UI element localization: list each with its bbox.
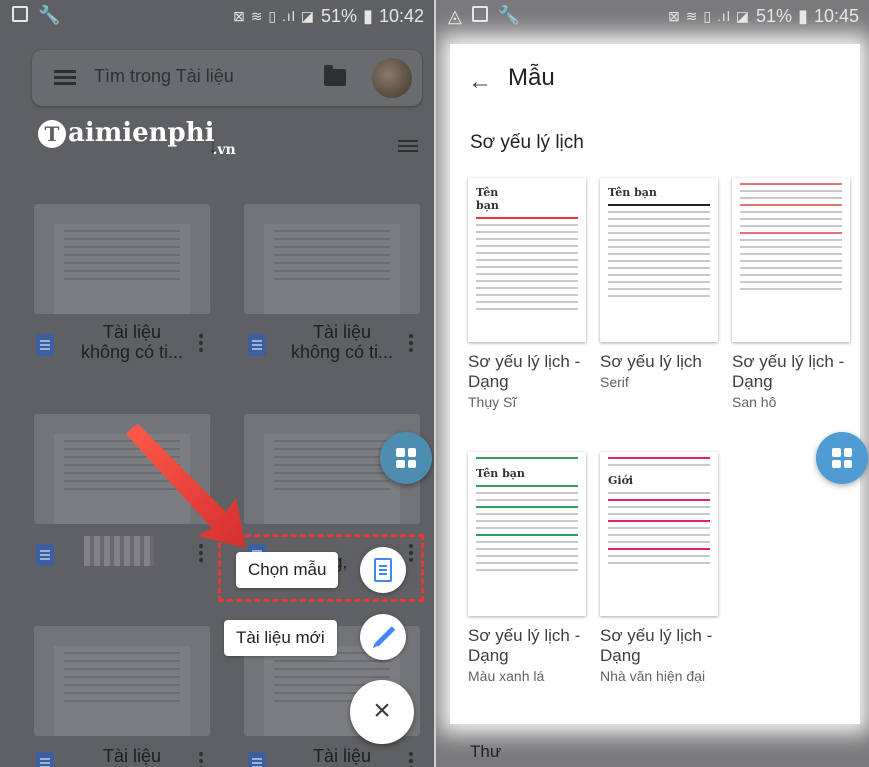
screenshot-stage: 🔧 ⊠ ≋ ▯ .ıl ◪ 51% ▮ 10:42 Tìm trong Tài … xyxy=(0,0,869,767)
template-variant: Serif xyxy=(600,374,629,390)
template-thumbnail-modern-writer[interactable]: Giới xyxy=(600,452,718,616)
page-title: Mẫu xyxy=(508,64,555,91)
template-thumbnail-coral[interactable] xyxy=(732,178,850,342)
template-name[interactable]: Sơ yếu lý lịch - Dạng xyxy=(732,352,862,392)
template-name[interactable]: Sơ yếu lý lịch - Dạng xyxy=(468,626,598,666)
wrench-icon: 🔧 xyxy=(497,5,521,25)
template-name[interactable]: Sơ yếu lý lịch - Dạng xyxy=(468,352,598,392)
template-gallery-sheet: ← Mẫu Sơ yếu lý lịch Tên bạn Tên bạn Sơ y… xyxy=(450,44,860,724)
section-title-letters: Thư xyxy=(470,742,502,761)
template-variant: San hô xyxy=(732,394,777,410)
status-bar: ◬ 🔧 ⊠ ≋ ▯ .ıl ◪ 51% ▮ 10:45 xyxy=(436,0,869,34)
gallery-icon xyxy=(471,6,488,22)
left-phone-screen: 🔧 ⊠ ≋ ▯ .ıl ◪ 51% ▮ 10:42 Tìm trong Tài … xyxy=(0,0,434,767)
template-variant: Màu xanh lá xyxy=(468,668,545,684)
template-thumbnail-green[interactable]: Tên bạn xyxy=(468,452,586,616)
drive-icon: ◬ xyxy=(448,6,462,26)
section-title-resume: Sơ yếu lý lịch xyxy=(470,132,584,153)
battery-percent: 51% xyxy=(756,6,793,26)
template-variant: Thụy Sĩ xyxy=(468,394,517,410)
clock: 10:45 xyxy=(813,6,859,26)
template-name[interactable]: Sơ yếu lý lịch - Dạng xyxy=(600,626,730,666)
back-arrow-icon[interactable]: ← xyxy=(468,68,492,96)
apps-grid-icon xyxy=(832,448,852,468)
template-thumbnail-serif[interactable]: Tên bạn xyxy=(600,178,718,342)
battery-icon: ▮ xyxy=(798,6,808,26)
template-name[interactable]: Sơ yếu lý lịch xyxy=(600,352,730,372)
annotation-arrow xyxy=(126,424,246,548)
signal-icons: ⊠ ≋ ▯ .ıl ◪ xyxy=(668,8,751,24)
template-thumbnail-swiss[interactable]: Tên bạn xyxy=(468,178,586,342)
template-variant: Nhà văn hiện đại xyxy=(600,668,706,684)
right-phone-screen: ◬ 🔧 ⊠ ≋ ▯ .ıl ◪ 51% ▮ 10:45 ← Mẫu Sơ yếu… xyxy=(436,0,869,767)
apps-fab[interactable] xyxy=(816,432,868,484)
